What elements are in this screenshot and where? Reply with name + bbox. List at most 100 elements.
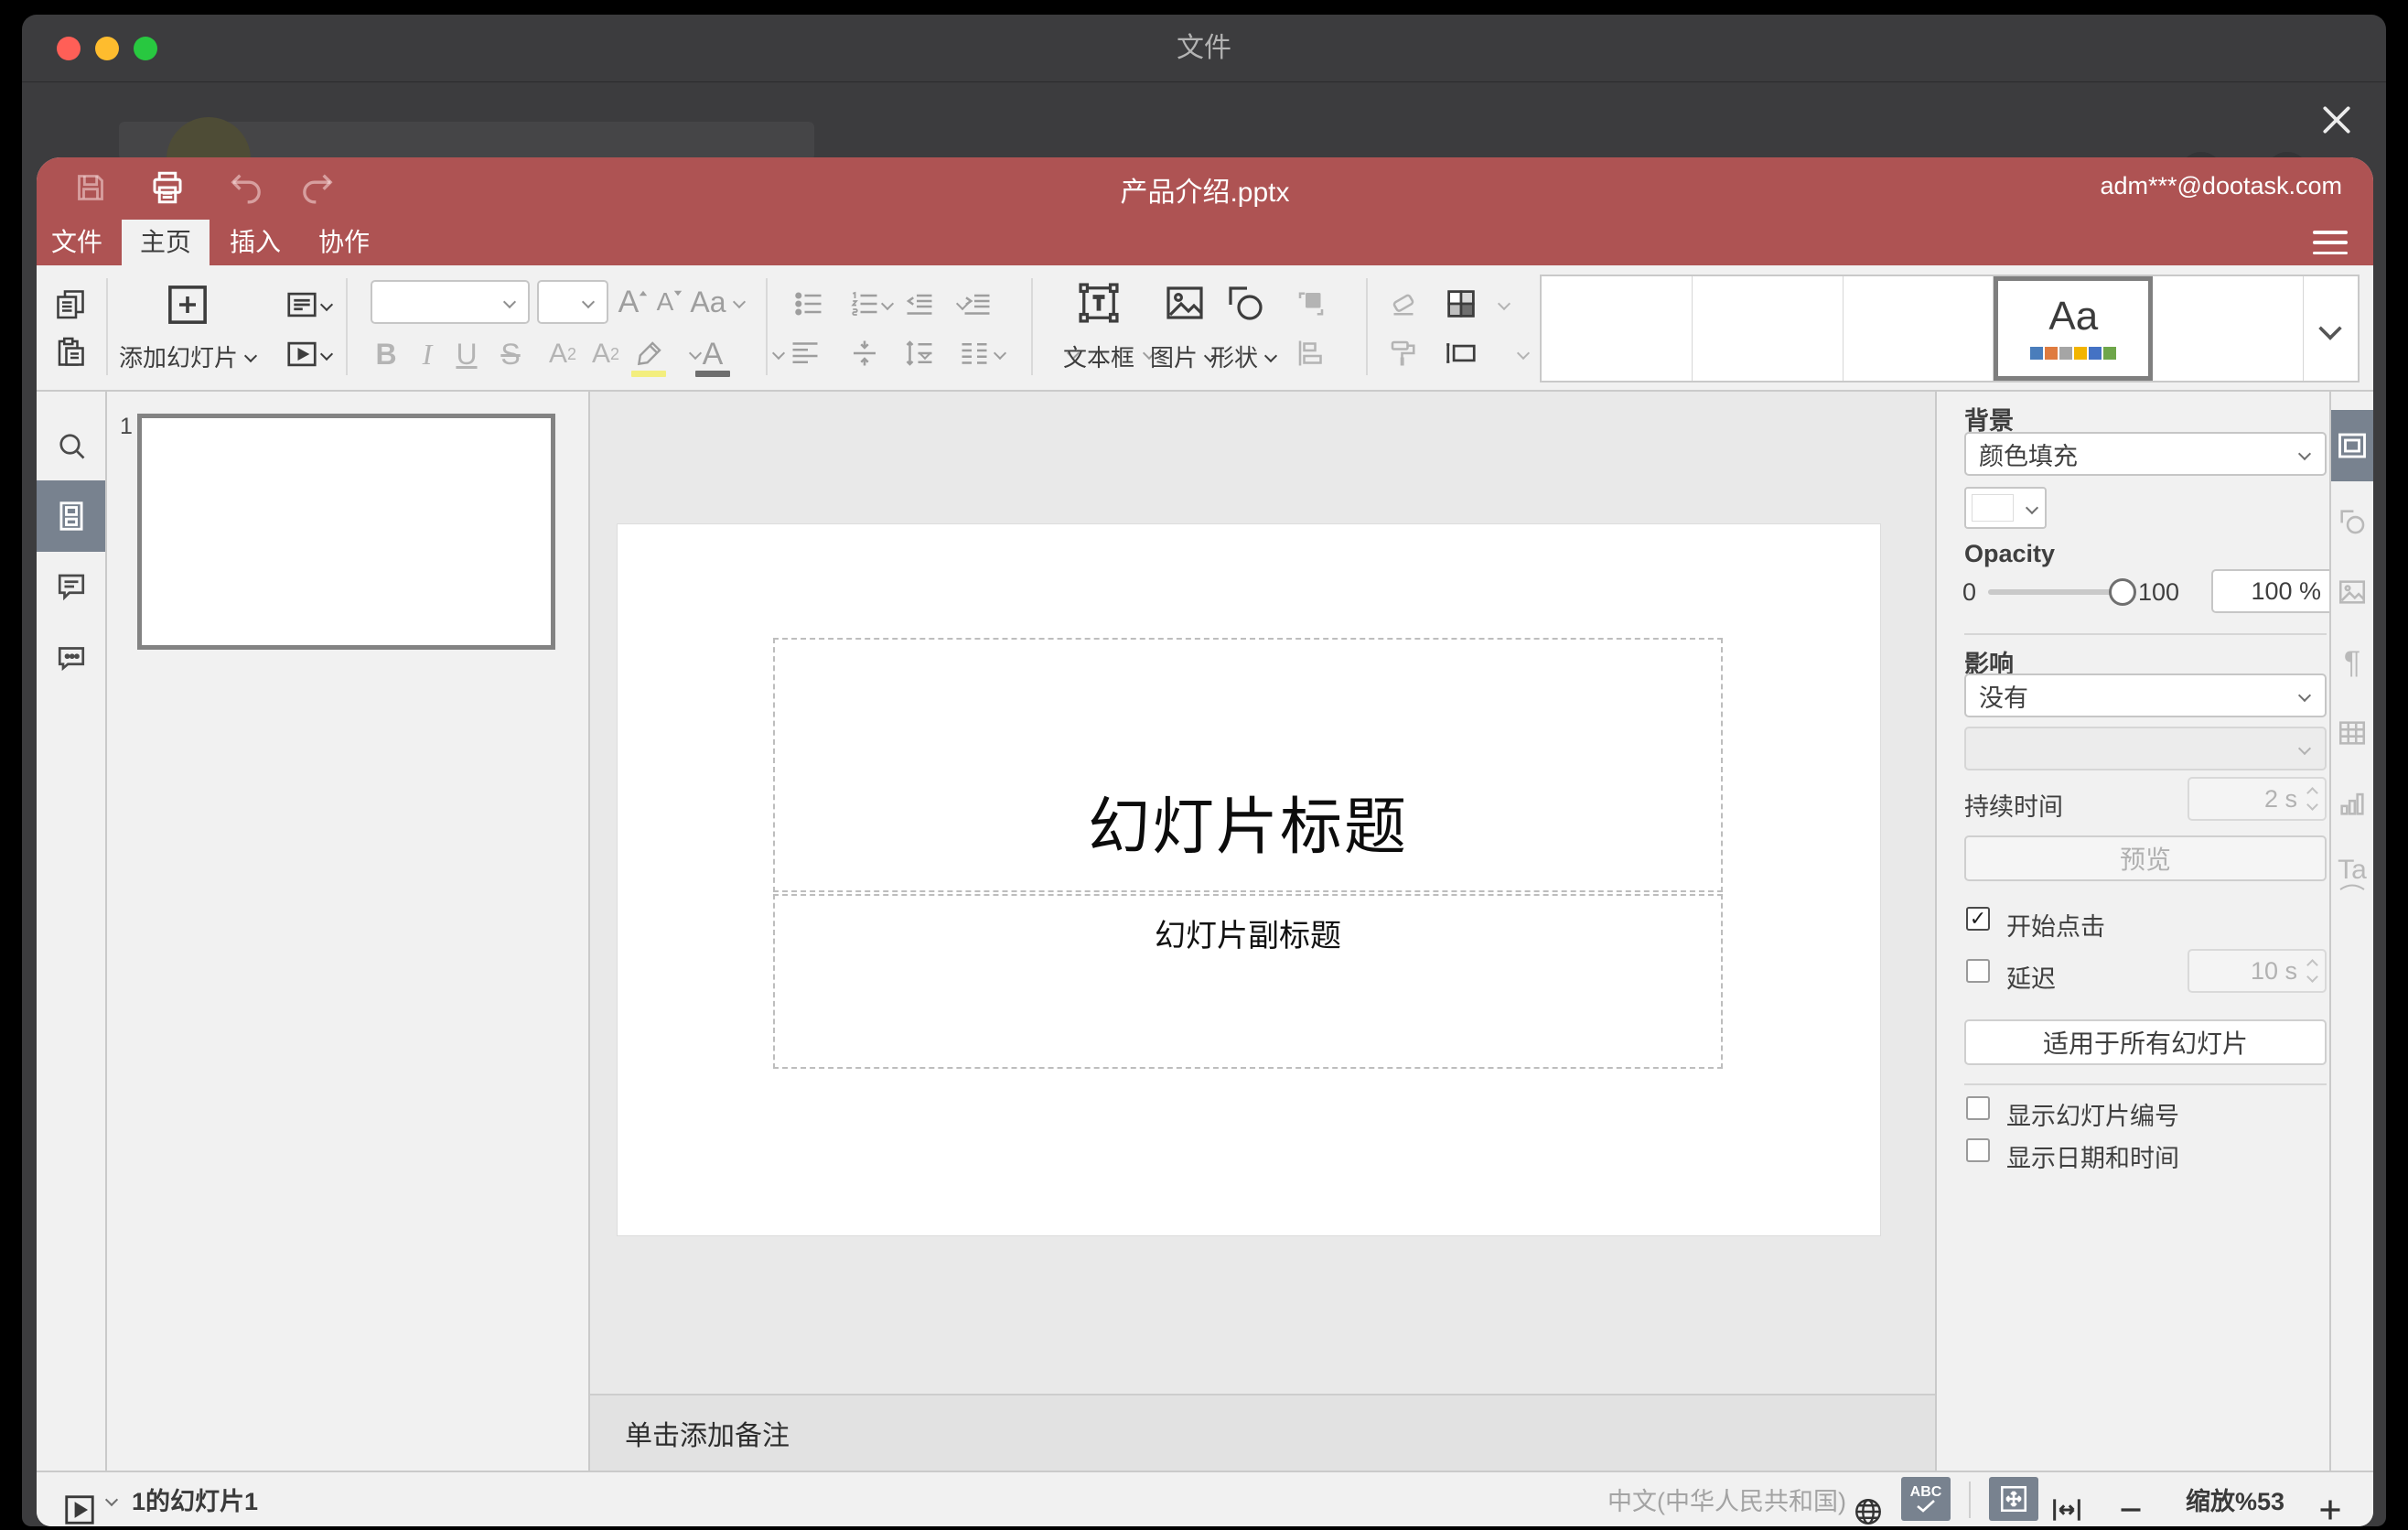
increase-font-icon[interactable]: A: [613, 282, 655, 322]
columns-icon[interactable]: [955, 335, 994, 372]
bullet-list-icon[interactable]: [790, 286, 828, 322]
start-slideshow-button[interactable]: [280, 335, 339, 373]
paste-icon[interactable]: [52, 334, 89, 371]
start-slideshow-status-icon[interactable]: [62, 1482, 97, 1526]
notes-area[interactable]: 单击添加备注: [590, 1394, 1935, 1471]
slide-layout-button[interactable]: [280, 286, 339, 324]
fit-to-width-icon[interactable]: [2048, 1482, 2085, 1526]
superscript-icon[interactable]: A2: [541, 335, 585, 373]
menu-icon[interactable]: [2313, 231, 2348, 254]
shape-button[interactable]: 形状: [1199, 340, 1290, 372]
show-slide-number-checkbox[interactable]: [1966, 1096, 1990, 1120]
delay-checkbox[interactable]: [1966, 959, 1990, 983]
zoom-in-icon[interactable]: [2314, 1482, 2347, 1526]
duration-label: 持续时间: [1964, 793, 2063, 821]
add-slide-label: 添加幻灯片: [118, 343, 238, 372]
font-name-select[interactable]: [371, 280, 530, 324]
strikethrough-icon[interactable]: S: [492, 335, 529, 373]
chart-settings-icon[interactable]: [2331, 773, 2373, 834]
fill-type-select[interactable]: 颜色填充: [1964, 432, 2327, 476]
zoom-out-icon[interactable]: [2114, 1482, 2147, 1526]
line-spacing-icon[interactable]: [900, 335, 939, 372]
tab-file[interactable]: 文件: [37, 220, 121, 265]
search-icon[interactable]: [37, 415, 105, 476]
text-art-settings-icon[interactable]: Ta: [2331, 844, 2373, 904]
shape-settings-icon[interactable]: [2331, 491, 2373, 552]
slide-thumbnails-panel: 1: [107, 392, 590, 1471]
document-language-icon[interactable]: [1852, 1484, 1885, 1526]
increase-indent-icon[interactable]: [958, 286, 996, 322]
chevron-down-icon[interactable]: [104, 1492, 119, 1526]
shape-icon[interactable]: [1220, 276, 1271, 329]
opacity-slider-thumb[interactable]: [2109, 578, 2136, 606]
underline-icon[interactable]: U: [448, 335, 485, 373]
numbered-list-icon[interactable]: [845, 286, 884, 322]
theme-option[interactable]: [1843, 276, 1994, 381]
apply-to-all-button[interactable]: 适用于所有幻灯片: [1964, 1019, 2327, 1065]
chevron-down-icon[interactable]: [993, 346, 1007, 361]
spellcheck-icon[interactable]: ABC: [1901, 1477, 1951, 1521]
horizontal-align-icon[interactable]: [786, 335, 824, 372]
chevron-down-icon[interactable]: [1497, 296, 1511, 311]
tab-home[interactable]: 主页: [122, 220, 210, 265]
italic-icon[interactable]: I: [409, 335, 446, 373]
chevron-down-icon[interactable]: [1516, 346, 1531, 361]
show-slide-number-label: 显示幻灯片编号: [2006, 1103, 2179, 1130]
highlight-color-icon[interactable]: [628, 331, 670, 377]
close-icon[interactable]: [2314, 97, 2360, 143]
paragraph-settings-icon[interactable]: ¶: [2331, 632, 2373, 693]
show-date-time-checkbox[interactable]: [1966, 1138, 1990, 1162]
mac-titlebar: 文件: [22, 15, 2386, 82]
effect-select[interactable]: 没有: [1964, 673, 2327, 717]
vertical-align-icon[interactable]: [845, 335, 884, 372]
tab-collaboration[interactable]: 协作: [300, 220, 388, 265]
slide-settings-icon[interactable]: [2331, 410, 2373, 481]
slide-thumbnail[interactable]: [137, 414, 555, 650]
theme-option-selected[interactable]: Aa: [1994, 276, 2154, 381]
arrange-icon[interactable]: [1292, 286, 1330, 322]
align-objects-icon[interactable]: [1292, 335, 1330, 372]
slide-size-icon[interactable]: [1442, 335, 1480, 372]
slides-panel-icon[interactable]: [37, 480, 105, 552]
title-placeholder[interactable]: 幻灯片标题: [773, 638, 1723, 892]
slide-canvas[interactable]: 幻灯片标题 幻灯片副标题: [618, 524, 1880, 1235]
opacity-min-label: 0: [1962, 578, 1977, 606]
chevron-down-icon: [2297, 741, 2312, 756]
theme-option[interactable]: [2153, 276, 2303, 381]
font-size-select[interactable]: [537, 280, 608, 324]
copy-icon[interactable]: [52, 286, 89, 322]
theme-option[interactable]: [1542, 276, 1693, 381]
toolbar-divider: [1031, 278, 1033, 375]
opacity-max-label: 100: [2138, 578, 2180, 606]
tab-insert[interactable]: 插入: [211, 220, 299, 265]
theme-colors-icon[interactable]: [1440, 284, 1482, 324]
fill-color-picker[interactable]: [1964, 487, 2047, 529]
opacity-slider-track[interactable]: [1988, 589, 2125, 595]
decrease-indent-icon[interactable]: [900, 286, 939, 322]
add-slide-button[interactable]: 添加幻灯片: [97, 340, 280, 372]
copy-style-icon[interactable]: [1384, 335, 1423, 372]
image-settings-icon[interactable]: [2331, 562, 2373, 622]
textbox-icon[interactable]: [1071, 275, 1126, 331]
bold-icon[interactable]: B: [368, 335, 404, 373]
eraser-icon[interactable]: [1384, 286, 1423, 322]
table-settings-icon[interactable]: [2331, 703, 2373, 763]
chevron-down-icon[interactable]: [771, 346, 786, 361]
subscript-icon[interactable]: A2: [584, 335, 628, 373]
theme-option[interactable]: [1692, 276, 1844, 381]
start-on-click-checkbox[interactable]: ✓: [1966, 907, 1990, 931]
font-color-icon[interactable]: A: [692, 331, 734, 377]
panel-divider: [1964, 1083, 2327, 1085]
comments-icon[interactable]: [37, 556, 105, 617]
delay-label: 延迟: [2006, 965, 2056, 993]
change-case-icon[interactable]: Aa: [684, 282, 732, 322]
add-slide-icon[interactable]: [161, 278, 214, 331]
textbox-button[interactable]: 文本框: [1053, 340, 1145, 372]
language-selector[interactable]: 中文(中华人民共和国): [1607, 1472, 1846, 1526]
theme-gallery-expand-icon[interactable]: [2302, 276, 2358, 381]
fit-to-slide-icon[interactable]: [1989, 1477, 2038, 1521]
image-icon[interactable]: [1159, 276, 1210, 329]
chat-icon[interactable]: [37, 628, 105, 688]
chevron-down-icon[interactable]: [732, 295, 747, 309]
subtitle-placeholder[interactable]: 幻灯片副标题: [773, 894, 1723, 1069]
